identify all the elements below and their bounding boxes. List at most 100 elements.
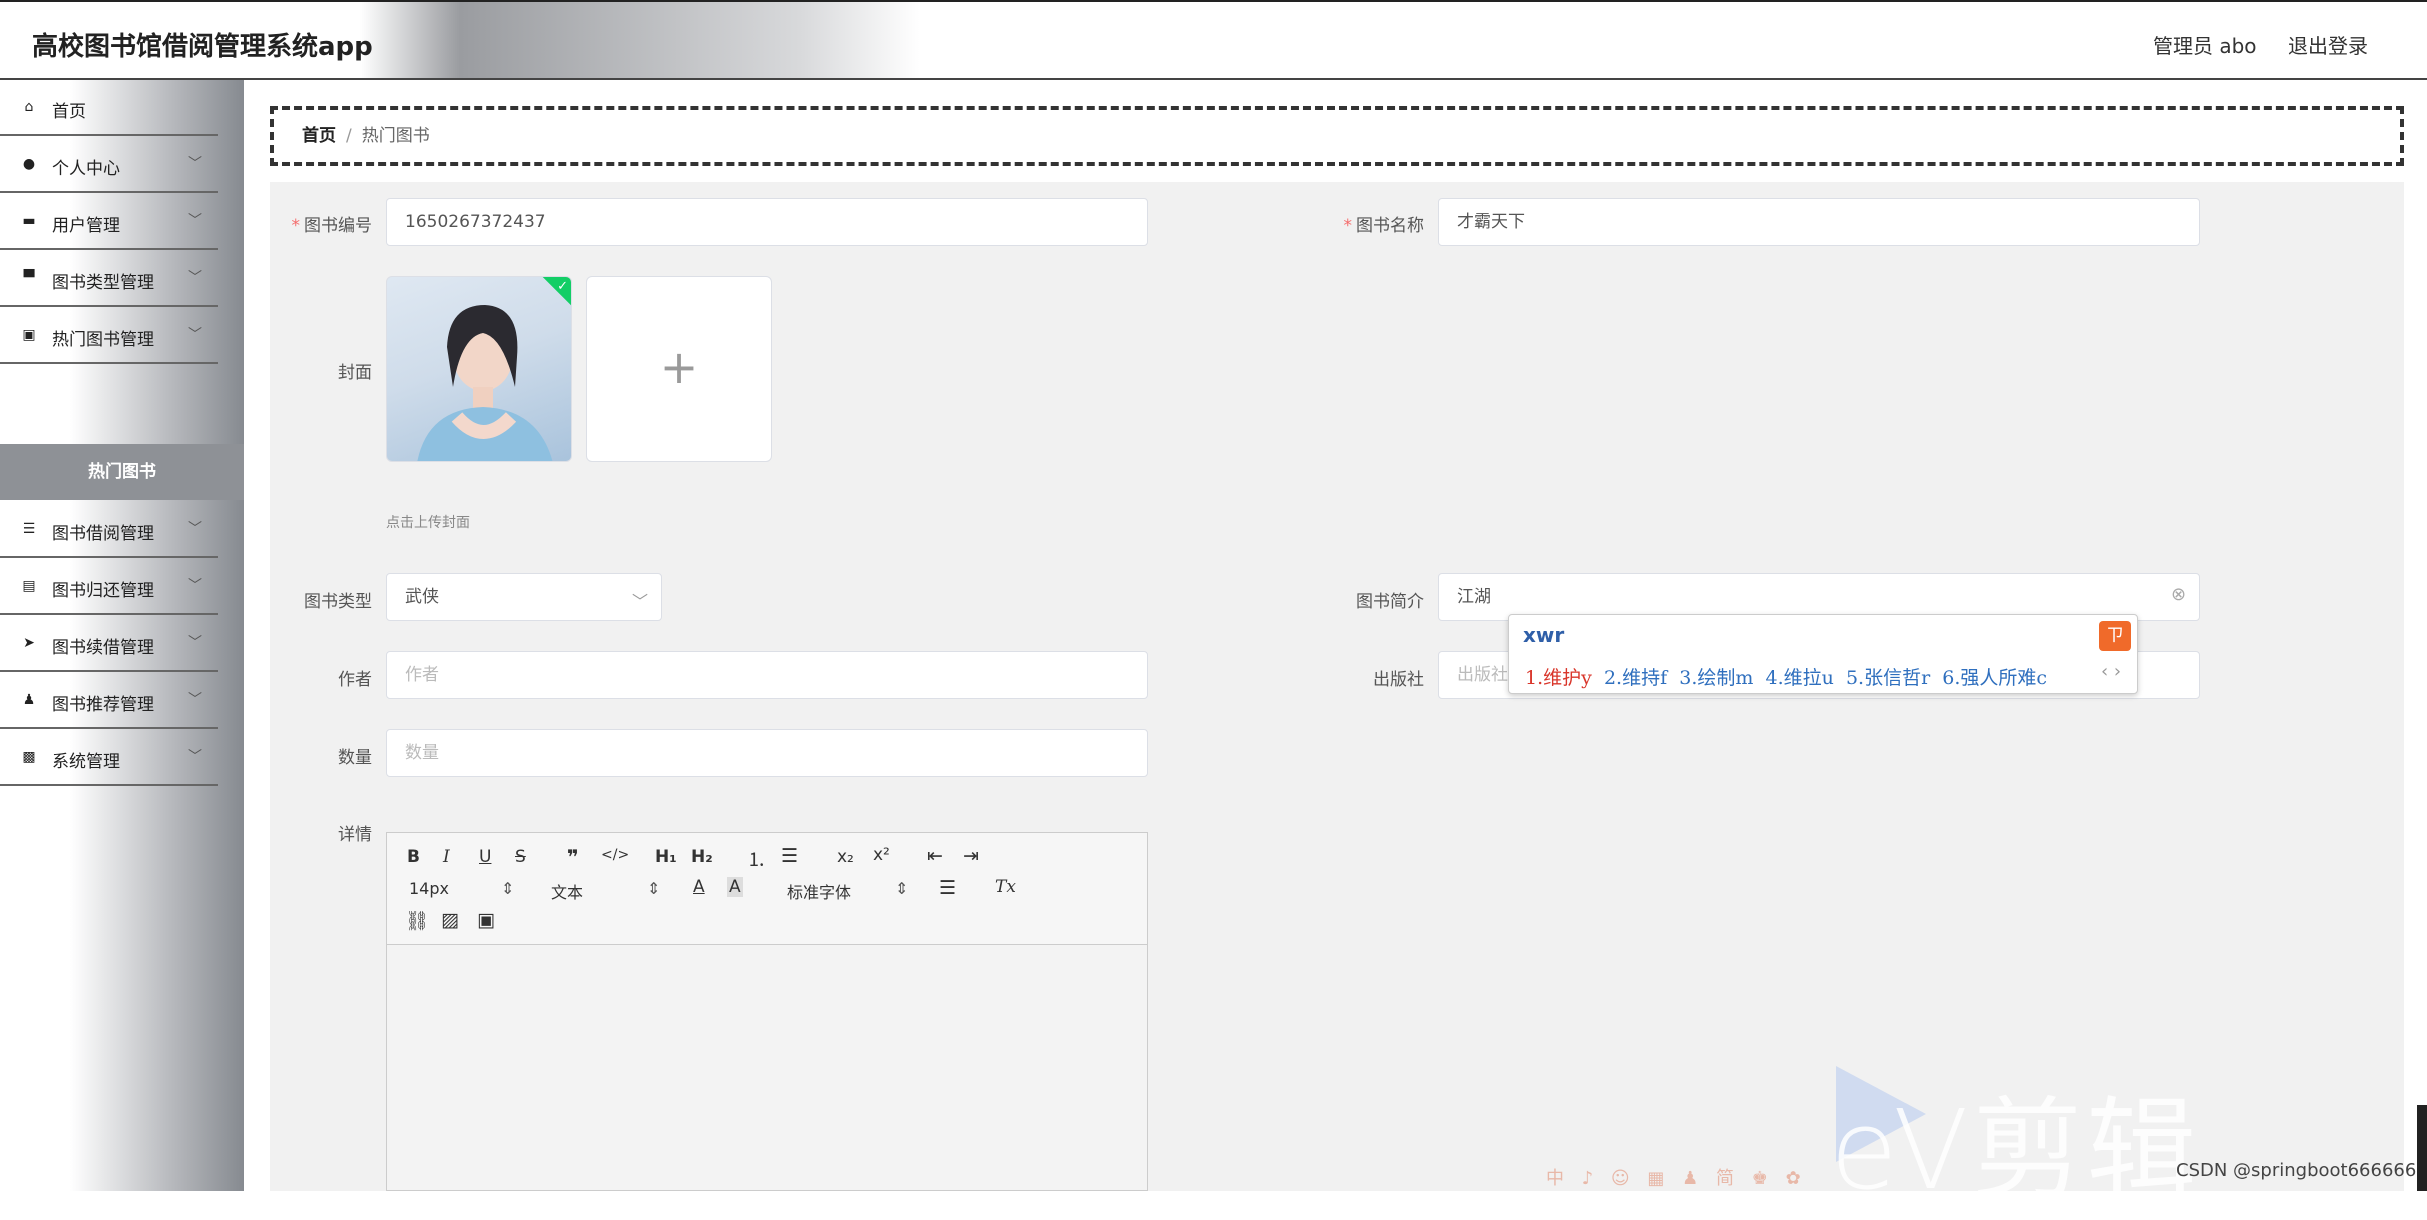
sidebar-item-label: 图书类型管理 <box>52 273 154 293</box>
publisher-label: 出版社 <box>1373 670 1424 690</box>
stamp-icon: ♟ <box>22 692 36 708</box>
notebook-icon: ▤ <box>22 578 36 594</box>
sidebar-item-label: 系统管理 <box>52 752 120 772</box>
sidebar-subitem-hot-books[interactable]: 热门图书 <box>0 444 244 500</box>
ime-candidate[interactable]: 5.张信哲r <box>1846 667 1930 689</box>
clear-icon[interactable]: ⊗ <box>2171 584 2186 605</box>
admin-user-label: 管理员 abo <box>2153 34 2257 58</box>
code-icon[interactable]: </> <box>601 847 629 863</box>
check-icon: ✓ <box>557 279 568 294</box>
clear-format-icon[interactable]: Tx <box>995 877 1016 897</box>
chevron-down-icon: ﹀ <box>188 327 202 343</box>
ime-candidate[interactable]: 1.维护y <box>1525 667 1592 689</box>
sliders-icon: ☰ <box>22 521 36 537</box>
logout-link[interactable]: 退出登录 <box>2288 30 2368 59</box>
details-label: 详情 <box>338 825 372 845</box>
ime-typed-text: xwr <box>1523 623 1565 647</box>
user-icon: ● <box>22 156 36 172</box>
heading2-icon[interactable]: H₂ <box>691 847 713 867</box>
sidebar-item-recommend-management[interactable]: ♟ 图书推荐管理 ﹀ <box>0 673 218 729</box>
font-size-select-arrow-icon: ⇕ <box>501 879 515 898</box>
underline-icon[interactable]: U <box>479 847 491 867</box>
cover-portrait-image <box>417 305 553 461</box>
superscript-icon[interactable]: x² <box>873 845 890 865</box>
ime-candidate[interactable]: 3.绘制m <box>1679 667 1753 689</box>
text-style-select-arrow-icon: ⇕ <box>647 879 661 898</box>
strikethrough-icon[interactable]: S <box>515 847 526 867</box>
rich-text-editor[interactable]: B I U S ❞ </> H₁ H₂ ⒈ ☰ x₂ x² ⇤ ⇥ 14px ⇕… <box>386 832 1148 1191</box>
sidebar-item-renew-management[interactable]: ➤ 图书续借管理 ﹀ <box>0 616 218 672</box>
author-input[interactable]: 作者 <box>386 651 1148 699</box>
ime-candidate-list: 1.维护y 2.维持f 3.绘制m 4.维拉u 5.张信哲r 6.强人所难c <box>1525 663 2047 690</box>
align-icon[interactable]: ☰ <box>939 877 956 899</box>
book-no-label: * 图书编号 <box>291 216 373 236</box>
ime-candidate-popup[interactable]: xwr ㄗ 1.维护y 2.维持f 3.绘制m 4.维拉u 5.张信哲r 6.强… <box>1508 614 2138 694</box>
sidebar: ⌂ 首页 ● 个人中心 ﹀ ▬ 用户管理 ﹀ ▀ 图书类型管理 ﹀ ▣ 热门图书管理 ﹀ 热门图书… <box>0 80 244 1191</box>
video-icon[interactable]: ▣ <box>477 909 495 931</box>
chevron-down-icon: ﹀ <box>188 749 202 765</box>
sidebar-item-book-type-management[interactable]: ▀ 图书类型管理 ﹀ <box>0 251 218 307</box>
sidebar-item-user-management[interactable]: ▬ 用户管理 ﹀ <box>0 194 218 250</box>
send-icon: ➤ <box>23 635 35 651</box>
book-no-input[interactable]: 1650267372437 <box>386 198 1148 246</box>
sidebar-item-label: 图书续借管理 <box>52 638 154 658</box>
font-family-select[interactable]: 标准字体 <box>787 879 851 903</box>
top-bar: 高校图书馆借阅管理系统app 管理员 abo 退出登录 <box>0 0 2427 80</box>
blockquote-icon[interactable]: ❞ <box>567 845 579 869</box>
link-icon[interactable]: ⛓ <box>405 909 429 932</box>
upload-cover-hint: 点击上传封面 <box>386 515 470 531</box>
scrollbar-thumb[interactable] <box>2417 1105 2427 1191</box>
monitor-icon: ▀ <box>23 270 35 286</box>
font-size-select[interactable]: 14px <box>409 879 449 898</box>
outdent-icon[interactable]: ⇤ <box>927 845 943 867</box>
font-family-select-arrow-icon: ⇕ <box>895 879 909 898</box>
sidebar-item-hot-books-management[interactable]: ▣ 热门图书管理 ﹀ <box>0 308 218 364</box>
chevron-down-icon: ﹀ <box>188 692 202 708</box>
chevron-down-icon: ﹀ <box>188 578 202 594</box>
chevron-down-icon: ﹀ <box>188 521 202 537</box>
cover-image[interactable]: ✓ <box>386 276 572 462</box>
ordered-list-icon[interactable]: ⒈ <box>747 845 766 872</box>
settings-box-icon: ▩ <box>22 749 36 765</box>
video-watermark: eV剪辑 <box>1830 1086 2201 1214</box>
heading1-icon[interactable]: H₁ <box>655 847 677 867</box>
chevron-down-icon: ﹀ <box>188 270 202 286</box>
ime-candidate[interactable]: 6.强人所难c <box>1942 667 2047 689</box>
sidebar-item-borrow-management[interactable]: ☰ 图书借阅管理 ﹀ <box>0 502 218 558</box>
breadcrumb-home[interactable]: 首页 <box>302 126 336 146</box>
cover-label: 封面 <box>338 363 372 383</box>
ime-logo-icon: ㄗ <box>2099 621 2131 651</box>
sidebar-item-label: 个人中心 <box>52 159 120 179</box>
ime-candidate[interactable]: 2.维持f <box>1604 667 1667 689</box>
author-label: 作者 <box>338 670 372 690</box>
breadcrumb-current: 热门图书 <box>361 126 430 146</box>
clipboard-icon: ▣ <box>22 327 36 343</box>
briefcase-icon: ▬ <box>22 213 36 229</box>
image-icon[interactable]: ▨ <box>441 909 459 931</box>
breadcrumb-separator: / <box>346 126 352 146</box>
bullet-list-icon[interactable]: ☰ <box>781 845 798 867</box>
sidebar-item-home[interactable]: ⌂ 首页 <box>0 80 218 136</box>
ime-page-arrows-icon[interactable]: ‹ › <box>2101 661 2121 682</box>
subscript-icon[interactable]: x₂ <box>837 847 854 867</box>
quantity-label: 数量 <box>338 748 372 768</box>
indent-icon[interactable]: ⇥ <box>963 845 979 867</box>
italic-icon[interactable]: I <box>443 847 450 867</box>
book-name-label: * 图书名称 <box>1343 216 1425 236</box>
text-color-icon[interactable]: A <box>693 877 705 897</box>
sidebar-item-return-management[interactable]: ▤ 图书归还管理 ﹀ <box>0 559 218 615</box>
ime-candidate[interactable]: 4.维拉u <box>1765 667 1833 689</box>
book-name-input[interactable]: 才霸天下 <box>1438 198 2200 246</box>
sidebar-item-system-management[interactable]: ▩ 系统管理 ﹀ <box>0 730 218 786</box>
ime-status-tray: 中 ♪ ☺ ▦ ♟ 简 ♚ ✿ <box>1546 1168 1807 1189</box>
background-color-icon[interactable]: A <box>727 877 743 897</box>
bold-icon[interactable]: B <box>407 847 420 867</box>
upload-cover-button[interactable]: + <box>586 276 772 462</box>
quantity-input[interactable]: 数量 <box>386 729 1148 777</box>
book-type-label: 图书类型 <box>304 592 372 612</box>
sidebar-item-personal-center[interactable]: ● 个人中心 ﹀ <box>0 137 218 193</box>
book-type-select[interactable]: 武侠 <box>386 573 662 621</box>
text-style-select[interactable]: 文本 <box>551 879 583 903</box>
breadcrumb: 首页 / 热门图书 <box>270 106 2404 166</box>
app-title: 高校图书馆借阅管理系统app <box>32 32 373 62</box>
